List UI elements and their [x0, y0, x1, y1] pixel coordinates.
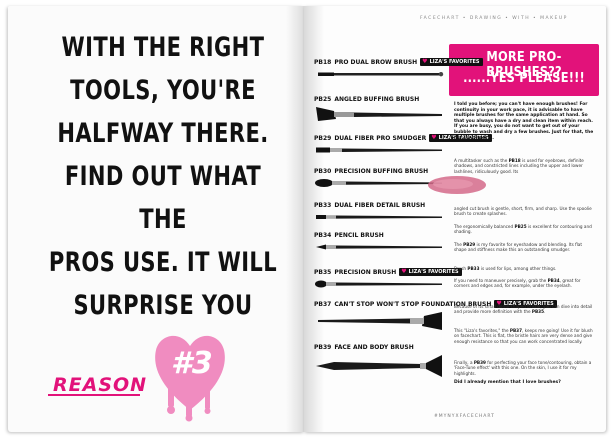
paragraph: Finally, a PB39 for perfecting your face…	[454, 360, 592, 376]
left-page: WITH THE RIGHT TOOLS, YOU'RE HALFWAY THE…	[8, 6, 304, 432]
heart-icon: ♥	[422, 58, 428, 65]
brush-item: PB18 PRO DUAL BROW BRUSH ♥ LIZA'S FAVORITE…	[314, 58, 483, 80]
brush-item: PB37 CAN'T STOP WON'T STOP FOUNDATION BRU…	[314, 300, 557, 332]
brush-item: PB33 DUAL FIBER DETAIL BRUSH	[314, 202, 454, 223]
paragraph: angled cut brush is gentle, short, firm,…	[454, 206, 592, 217]
reason-underline	[48, 394, 140, 396]
paragraph: The PB29 is my favorite for eyeshadow an…	[454, 242, 583, 253]
brush-image	[315, 179, 442, 187]
headline: WITH THE RIGHT TOOLS, YOU'RE HALFWAY THE…	[46, 26, 280, 327]
brush-item: PB35 PRECISION BRUSH ♥ LIZA'S FAVORITES	[314, 268, 462, 290]
headline-line: FIND OUT WHAT THE	[64, 161, 262, 235]
reason-label: REASON	[53, 374, 148, 396]
closing-question: Did I already mention that I love brushe…	[454, 380, 561, 385]
blush-swatch	[428, 176, 486, 194]
intro-text: I told you before; you can't have enough…	[454, 102, 594, 141]
paragraph: Because of its small dome-shaped bristle…	[454, 304, 593, 315]
running-head: FACECHART • DRAWING • WITH • MAKEUP	[420, 16, 568, 21]
brush-image	[316, 107, 442, 121]
paragraph: The ergonomically balanced PB25 is excel…	[454, 224, 592, 235]
paragraph: If you need to maneuver precisely, grab …	[454, 278, 581, 289]
title-box: MORE PRO-BRUSHES?? ......YES PLEASE!!!	[449, 44, 599, 96]
heart-icon: ♥	[401, 268, 407, 275]
footer-hashtag: #MYNYXFACECHART	[434, 414, 495, 419]
brush-item: PB29 DUAL FIBER PRO SMUDGER ♥ LIZA'S FAVOR…	[314, 134, 492, 156]
brush-image	[318, 72, 444, 77]
brush-image	[316, 147, 442, 153]
headline-line: HALFWAY THERE.	[57, 118, 269, 149]
brush-image	[316, 355, 442, 377]
headline-line: TOOLS, YOU'RE	[70, 75, 256, 106]
headline-line: WITH THE RIGHT	[61, 32, 265, 63]
right-page: FACECHART • DRAWING • WITH • MAKEUP MORE…	[304, 6, 606, 432]
paragraph: This "Liza's favorites," the PB37, keeps…	[454, 328, 593, 344]
brush-image	[316, 244, 442, 250]
brush-item: PB34 PENCIL BRUSH	[314, 232, 454, 253]
brush-image	[316, 215, 442, 219]
reason-number: #3	[171, 346, 213, 381]
brush-image	[318, 312, 442, 330]
paragraph: Brush PB33 is used for lips, among other…	[454, 266, 557, 271]
open-book: WITH THE RIGHT TOOLS, YOU'RE HALFWAY THE…	[0, 0, 613, 438]
favorites-badge: ♥ LIZA'S FAVORITES	[399, 268, 462, 276]
title-line-2: ......YES PLEASE!!!	[463, 71, 585, 86]
favorites-badge: ♥ LIZA'S FAVORITES	[420, 58, 483, 66]
brush-image	[315, 280, 442, 288]
brush-item: PB39 FACE AND BODY BRUSH	[314, 344, 454, 379]
brush-item: PB25 ANGLED BUFFING BRUSH	[314, 96, 454, 125]
heart-icon: ♥	[431, 134, 437, 141]
paragraph: A multitasker such as the PB18 is used f…	[454, 158, 584, 174]
headline-line: SURPRISE YOU	[73, 290, 253, 321]
headline-line: PROS USE. IT WILL	[48, 247, 278, 278]
